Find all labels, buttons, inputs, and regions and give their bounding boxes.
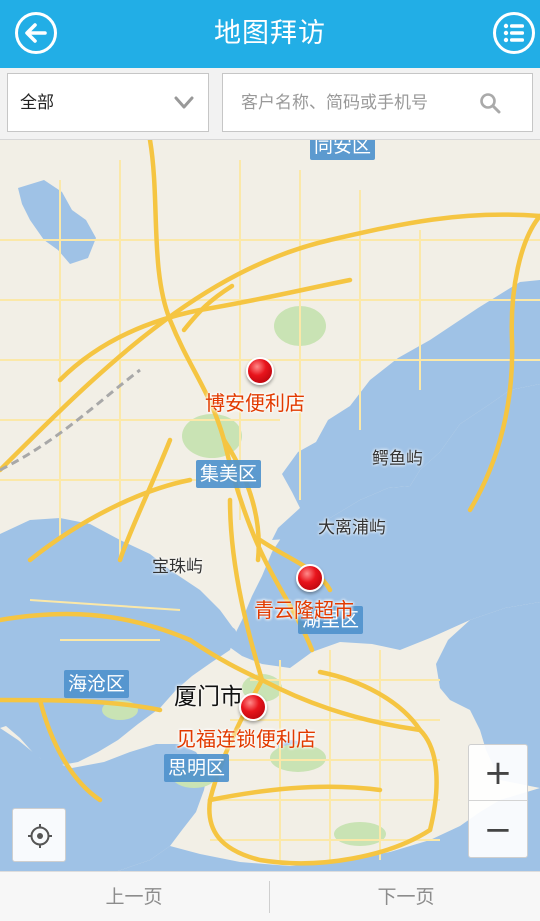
- marker-pin-icon: [296, 564, 324, 592]
- prev-page-button[interactable]: 上一页: [0, 872, 268, 921]
- search-field: [222, 73, 533, 132]
- city-label-xiamen: 厦门市: [174, 684, 243, 710]
- locate-target-icon: [28, 824, 52, 848]
- district-label-jimei: 集美区: [196, 460, 262, 488]
- marker-label: 青云隆超市: [254, 598, 354, 622]
- place-label-baozhu-island: 宝珠屿: [152, 557, 203, 577]
- list-menu-button[interactable]: [493, 12, 535, 54]
- filter-search-bar: 全部: [0, 68, 540, 140]
- district-label-haicang: 海沧区: [64, 670, 130, 698]
- map-view[interactable]: 同安区 集美区 湖里区 海沧区 思明区 鳄鱼屿 大离浦屿 宝珠屿 厦门市 博安便…: [0, 140, 540, 871]
- pagination-divider: [269, 881, 270, 913]
- search-input[interactable]: [241, 74, 471, 131]
- app-header: 地图拜访: [0, 0, 540, 68]
- locate-button[interactable]: [12, 808, 66, 862]
- page-title: 地图拜访: [214, 18, 326, 49]
- next-page-button[interactable]: 下一页: [272, 872, 540, 921]
- district-label-siming: 思明区: [164, 754, 230, 782]
- place-label-eyu-island: 鳄鱼屿: [372, 449, 423, 469]
- zoom-controls: + −: [468, 744, 528, 858]
- chevron-down-icon: [174, 96, 194, 109]
- zoom-out-button[interactable]: −: [469, 802, 527, 858]
- marker-pin-icon: [239, 693, 267, 721]
- marker-label: 见福连锁便利店: [176, 727, 316, 751]
- zoom-in-button[interactable]: +: [469, 745, 527, 801]
- place-label-dalipu-island: 大离浦屿: [318, 518, 386, 538]
- marker-label: 博安便利店: [205, 391, 305, 415]
- category-select[interactable]: 全部: [7, 73, 209, 132]
- category-select-value: 全部: [20, 93, 54, 113]
- pagination-bar: 上一页 下一页: [0, 871, 540, 921]
- list-menu-icon: [503, 23, 524, 43]
- map-base-layer: [0, 140, 540, 871]
- marker-pin-icon: [246, 357, 274, 385]
- district-label-tongan: 同安区: [310, 140, 376, 160]
- search-icon[interactable]: [479, 92, 501, 114]
